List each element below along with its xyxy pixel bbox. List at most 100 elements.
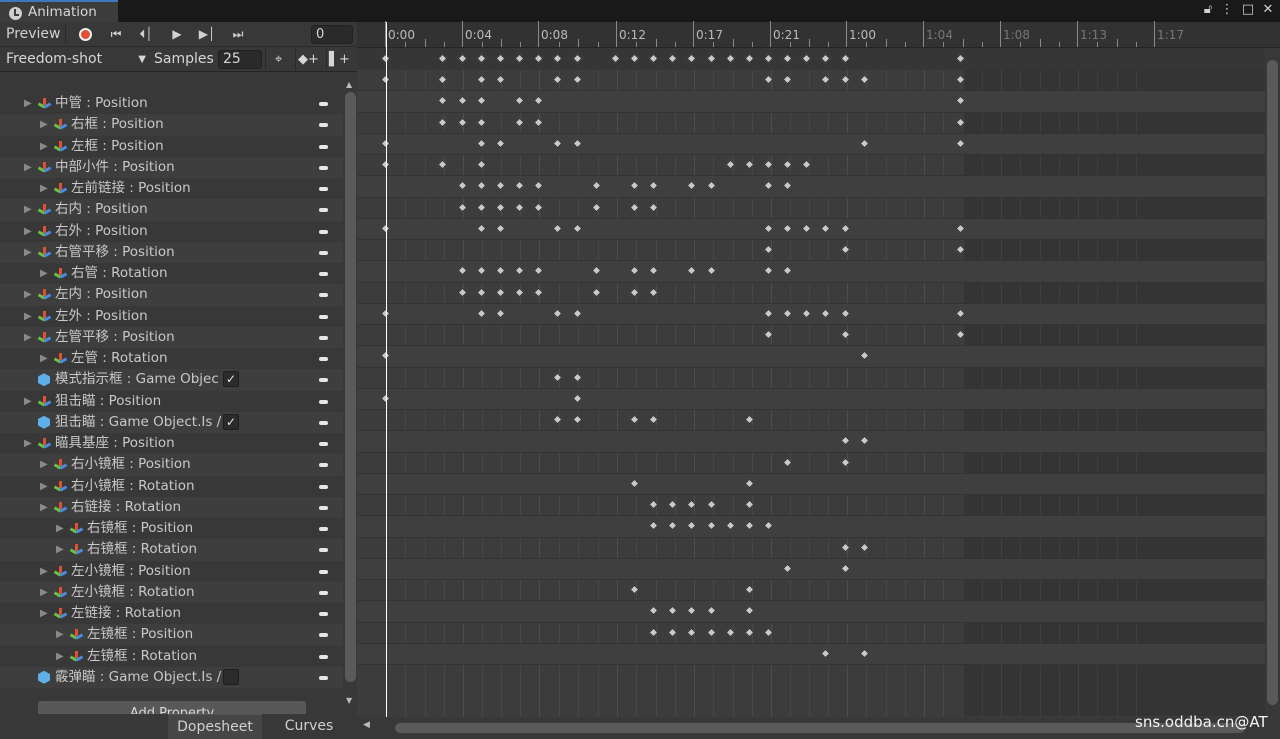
keyframe-track[interactable] — [357, 453, 1265, 474]
keyframe-diamond[interactable] — [955, 138, 965, 149]
property-row[interactable]: ▶ 中部小件 : Position — [0, 156, 343, 178]
keyframe-diamond[interactable] — [572, 414, 582, 425]
keyframe-diamond[interactable] — [840, 457, 851, 467]
keyframe-diamond[interactable] — [840, 223, 851, 234]
keyframe-diamond[interactable] — [840, 53, 851, 64]
property-options-icon[interactable] — [319, 250, 328, 255]
keyframe-diamond[interactable] — [744, 53, 755, 64]
keyframe-diamond[interactable] — [533, 53, 544, 64]
keyframe-diamond[interactable] — [495, 180, 506, 191]
keyframe-diamond[interactable] — [648, 520, 659, 531]
keyframe-diamond[interactable] — [591, 180, 602, 191]
keyframe-track[interactable] — [357, 368, 1265, 389]
keyframe-diamond[interactable] — [801, 53, 812, 64]
keyframe-diamond[interactable] — [667, 520, 678, 531]
keyframe-diamond[interactable] — [763, 180, 774, 191]
keyframe-diamond[interactable] — [744, 499, 755, 510]
property-row[interactable]: ▶ 中管 : Position — [0, 93, 343, 114]
tab-animation[interactable]: Animation — [0, 0, 118, 22]
property-options-icon[interactable] — [319, 314, 328, 319]
keyframe-track[interactable] — [357, 643, 1265, 665]
lock-icon[interactable]: 🔓︎ — [1200, 2, 1216, 18]
keyframe-diamond[interactable] — [629, 265, 640, 276]
keyframe-diamond[interactable] — [533, 95, 544, 106]
property-options-icon[interactable] — [319, 335, 328, 340]
property-options-icon[interactable] — [319, 612, 328, 616]
keyframe-diamond[interactable] — [763, 244, 774, 255]
property-checkbox[interactable] — [223, 668, 239, 685]
expand-arrow-icon[interactable]: ▶ — [40, 603, 48, 624]
property-row[interactable]: ▶ 右小镜框 : Position — [0, 454, 343, 476]
tab-dopesheet[interactable]: Dopesheet — [168, 714, 262, 739]
keyframe-diamond[interactable] — [648, 605, 659, 616]
keyframe-diamond[interactable] — [591, 287, 602, 297]
property-row[interactable]: ▶ 右镜框 : Rotation — [0, 539, 343, 561]
keyframe-diamond[interactable] — [495, 74, 506, 85]
keyframe-diamond[interactable] — [744, 605, 755, 616]
keyframe-diamond[interactable] — [744, 584, 755, 595]
expand-arrow-icon[interactable]: ▶ — [40, 561, 48, 582]
keyframe-diamond[interactable] — [706, 520, 716, 531]
keyframe-diamond[interactable] — [840, 244, 851, 255]
keyframe-diamond[interactable] — [859, 435, 870, 446]
property-row[interactable]: ▶ 右镜框 : Position — [0, 518, 343, 539]
keyframe-diamond[interactable] — [437, 53, 448, 64]
keyframe-track[interactable] — [357, 558, 1265, 580]
expand-arrow-icon[interactable]: ▶ — [40, 348, 48, 369]
keyframe-diamond[interactable] — [667, 53, 678, 64]
expand-arrow-icon[interactable]: ▶ — [40, 497, 48, 518]
keyframe-track[interactable] — [357, 431, 1265, 453]
property-options-icon[interactable] — [319, 442, 328, 446]
keyframe-diamond[interactable] — [514, 95, 525, 106]
keyframe-diamond[interactable] — [648, 202, 659, 212]
property-row[interactable]: 霰弹瞄 : Game Object.Is / — [0, 666, 343, 688]
keyframe-track[interactable] — [357, 388, 1265, 410]
keyframe-track[interactable] — [357, 516, 1265, 538]
keyframe-diamond[interactable] — [476, 53, 487, 64]
keyframe-diamond[interactable] — [859, 648, 870, 659]
expand-arrow-icon[interactable]: ▶ — [24, 93, 32, 114]
keyframe-track[interactable] — [357, 325, 1265, 347]
property-options-icon[interactable] — [319, 420, 328, 425]
expand-arrow-icon[interactable]: ▶ — [40, 263, 48, 284]
property-options-icon[interactable] — [319, 548, 328, 553]
property-options-icon[interactable] — [319, 293, 328, 298]
keyframe-diamond[interactable] — [782, 53, 793, 64]
keyframe-diamond[interactable] — [552, 372, 563, 382]
expand-arrow-icon[interactable]: ▶ — [40, 582, 48, 603]
keyframe-diamond[interactable] — [686, 265, 697, 276]
keyframe-diamond[interactable] — [572, 372, 582, 382]
keyframe-diamond[interactable] — [725, 520, 736, 531]
keyframe-diamond[interactable] — [495, 308, 506, 319]
add-event-button[interactable]: ▌+ — [326, 49, 352, 70]
property-options-icon[interactable] — [319, 144, 328, 149]
property-options-icon[interactable] — [319, 484, 328, 489]
keyframe-diamond[interactable] — [840, 74, 851, 85]
keyframe-diamond[interactable] — [629, 202, 640, 212]
keyframe-diamond[interactable] — [955, 117, 965, 127]
keyframe-diamond[interactable] — [572, 223, 582, 234]
expand-arrow-icon[interactable]: ▶ — [56, 646, 64, 667]
expand-arrow-icon[interactable]: ▶ — [40, 178, 48, 199]
keyframe-diamond[interactable] — [552, 414, 563, 425]
keyframe-diamond[interactable] — [782, 159, 793, 170]
keyframe-track[interactable] — [357, 70, 1265, 92]
more-options-icon[interactable]: ⋮ — [1219, 2, 1235, 18]
keyframe-diamond[interactable] — [686, 53, 697, 64]
expand-arrow-icon[interactable]: ▶ — [24, 391, 32, 412]
property-options-icon[interactable] — [319, 590, 328, 595]
scroll-down-icon[interactable]: ▼ — [346, 696, 352, 705]
keyframe-diamond[interactable] — [648, 265, 659, 276]
keyframe-diamond[interactable] — [763, 223, 774, 234]
keyframe-diamond[interactable] — [457, 180, 468, 191]
keyframe-diamond[interactable] — [686, 520, 697, 531]
property-options-icon[interactable] — [319, 505, 328, 510]
keyframe-diamond[interactable] — [552, 308, 563, 319]
keyframe-track[interactable] — [357, 155, 1265, 177]
keyframe-diamond[interactable] — [533, 180, 544, 191]
keyframe-diamond[interactable] — [437, 159, 448, 170]
keyframe-diamond[interactable] — [648, 499, 659, 510]
keyframe-diamond[interactable] — [648, 414, 659, 425]
keyframe-diamond[interactable] — [476, 74, 487, 85]
keyframe-diamond[interactable] — [840, 563, 851, 574]
